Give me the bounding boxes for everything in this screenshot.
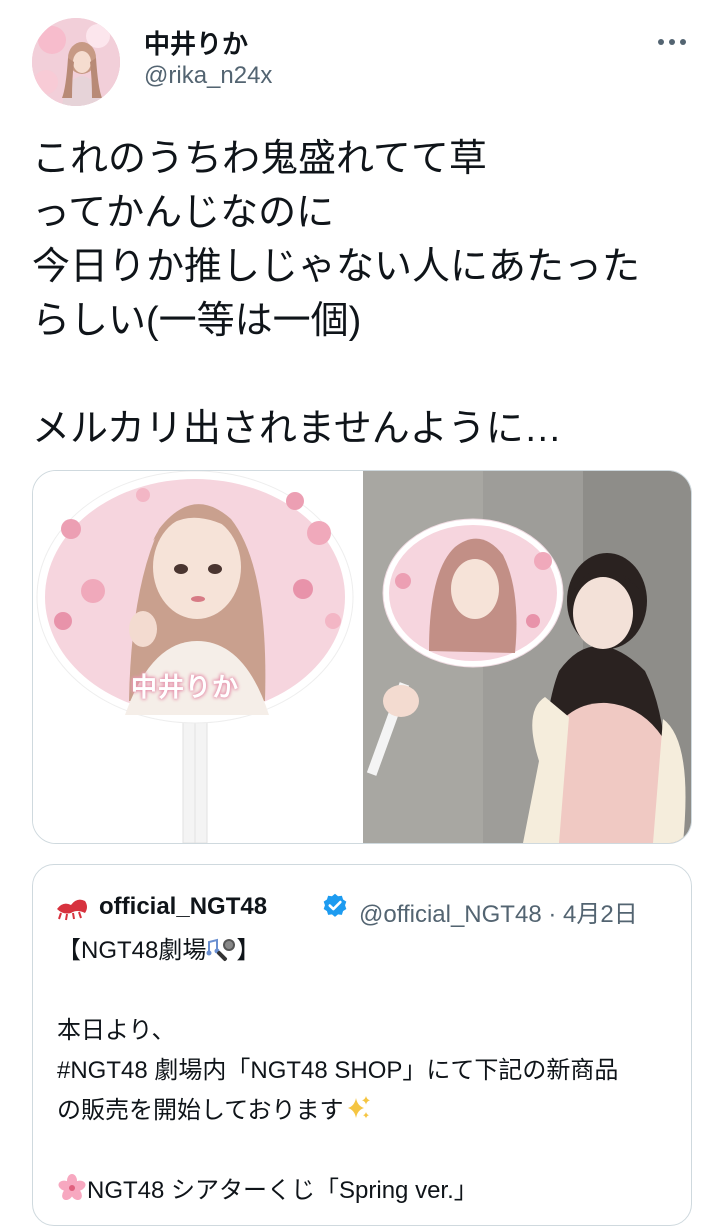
tweet-text-blank-line bbox=[32, 348, 702, 402]
tweet-text-line: メルカリ出されませんように… bbox=[32, 408, 562, 450]
media-image-photo[interactable] bbox=[363, 471, 691, 843]
cherry-blossom-icon bbox=[58, 1174, 86, 1201]
more-horizontal-icon[interactable] bbox=[652, 28, 692, 56]
quoted-text-line: の販売を開始しております bbox=[57, 1091, 677, 1131]
tweet-text-line: 今日りか推しじゃない人にあたった bbox=[32, 246, 641, 288]
quoted-text-line: NGT48 シアターくじ「Spring ver.」 bbox=[57, 1171, 677, 1211]
quoted-text-line: 【NGT48劇場 】 bbox=[57, 931, 677, 971]
quoted-text-segment: NGT48 シアターくじ「Spring ver.」 bbox=[87, 1177, 478, 1204]
quoted-text-blank-line bbox=[57, 1131, 677, 1171]
media-image-uchiwa[interactable]: 中井りか bbox=[33, 471, 361, 843]
quoted-text-line[interactable]: #NGT48 劇場内「NGT48 SHOP」にて下記の新商品 bbox=[57, 1051, 677, 1091]
author-avatar[interactable] bbox=[32, 18, 120, 106]
uchiwa-name-label: 中井りか bbox=[131, 672, 240, 702]
quoted-text-line: 本日より、 bbox=[57, 1017, 176, 1044]
verified-badge-icon bbox=[323, 893, 347, 917]
quoted-author-name[interactable]: official_NGT48 bbox=[99, 893, 267, 921]
quoted-text-segment: 】 bbox=[236, 937, 261, 964]
meta-separator: · bbox=[548, 901, 557, 928]
author-handle[interactable]: @rika_n24x bbox=[144, 62, 272, 90]
tweet: 中井りか @rika_n24x これのうちわ鬼盛れてて草 ってかんじなのに 今日… bbox=[0, 0, 720, 1226]
tweet-text-line: ってかんじなのに bbox=[32, 192, 335, 234]
tweet-text-line: これのうちわ鬼盛れてて草 bbox=[32, 138, 487, 180]
ngt48-logo-icon[interactable] bbox=[55, 887, 91, 923]
sparkles-icon bbox=[347, 1096, 370, 1119]
tweet-media: 中井りか bbox=[32, 470, 692, 844]
quoted-text-segment: の販売を開始しております bbox=[57, 1097, 344, 1124]
quoted-date[interactable]: 4月2日 bbox=[563, 901, 638, 928]
quoted-text-blank-line bbox=[57, 971, 677, 1011]
tweet-text-line: らしい(一等は一個) bbox=[32, 300, 362, 342]
quoted-text-segment: 【NGT48劇場 bbox=[57, 937, 207, 964]
quoted-author-handle[interactable]: @official_NGT48 bbox=[359, 901, 542, 928]
tweet-text: これのうちわ鬼盛れてて草 ってかんじなのに 今日りか推しじゃない人にあたった ら… bbox=[32, 132, 702, 456]
author-name[interactable]: 中井りか bbox=[144, 24, 248, 61]
quoted-text: 【NGT48劇場 】 本日より、 #NGT48 劇場内「NGT48 SHOP」に… bbox=[57, 931, 677, 1211]
quoted-tweet[interactable]: official_NGT48 @official_NGT48 · 4月2日 【N… bbox=[32, 864, 692, 1226]
music-microphone-icon bbox=[206, 938, 236, 962]
quoted-meta: @official_NGT48 · 4月2日 bbox=[359, 894, 638, 929]
